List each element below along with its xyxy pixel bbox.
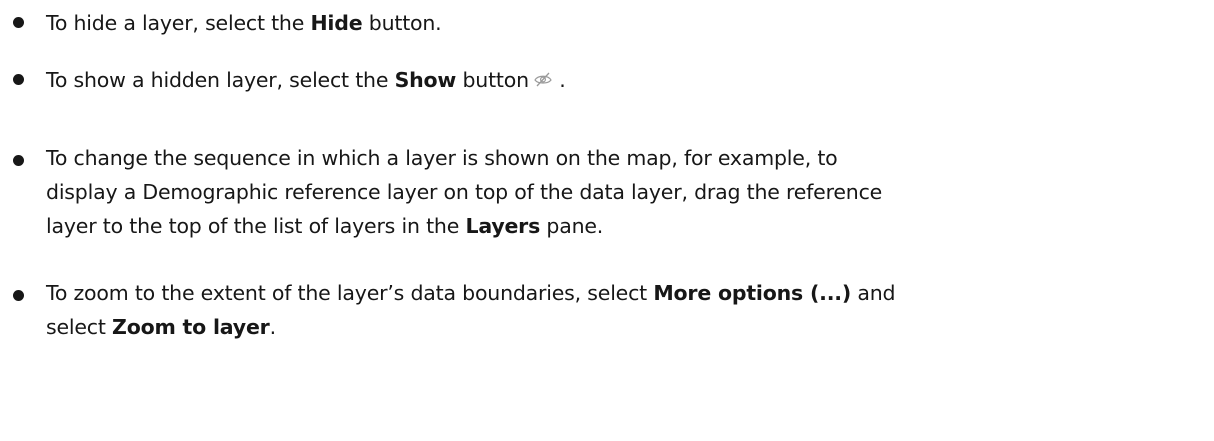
text-line: layer to the top of the list of layers i… [46, 209, 1206, 243]
text-segment: button. [362, 11, 442, 35]
text-segment: select [46, 315, 113, 339]
hide-button-label: Hide [310, 11, 363, 35]
eye-slash-icon [533, 65, 553, 87]
text-segment: To hide a layer, select the [46, 11, 311, 35]
bullet-dot [13, 155, 24, 166]
text-segment: layer to the top of the list of layers i… [46, 214, 466, 238]
text-segment: button [456, 68, 529, 92]
text-segment: . [269, 315, 277, 339]
layers-pane-label: Layers [465, 214, 541, 238]
list-item-text: To zoom to the extent of the layer’s dat… [46, 276, 1206, 344]
text-line: display a Demographic reference layer on… [46, 180, 883, 204]
bullet-dot [13, 74, 24, 85]
text-segment: To zoom to the extent of the layer’s dat… [46, 281, 654, 305]
more-options-label: More options (...) [653, 281, 852, 305]
text-segment: . [552, 68, 566, 92]
bullet-dot [13, 290, 24, 301]
text-line: select Zoom to layer. [46, 310, 1206, 344]
zoom-to-layer-label: Zoom to layer [112, 315, 270, 339]
text-segment: To show a hidden layer, select the [46, 68, 395, 92]
list-item-text: To hide a layer, select the Hide button. [46, 6, 1206, 41]
show-button-label: Show [394, 68, 457, 92]
list-item-text: To change the sequence in which a layer … [46, 141, 1206, 243]
text-line: To zoom to the extent of the layer’s dat… [46, 276, 1206, 310]
text-segment: pane. [540, 214, 604, 238]
list-item-text: To show a hidden layer, select the Show … [46, 63, 1206, 98]
bullet-dot [13, 17, 24, 28]
text-segment: and [851, 281, 896, 305]
text-line: To change the sequence in which a layer … [46, 146, 838, 170]
